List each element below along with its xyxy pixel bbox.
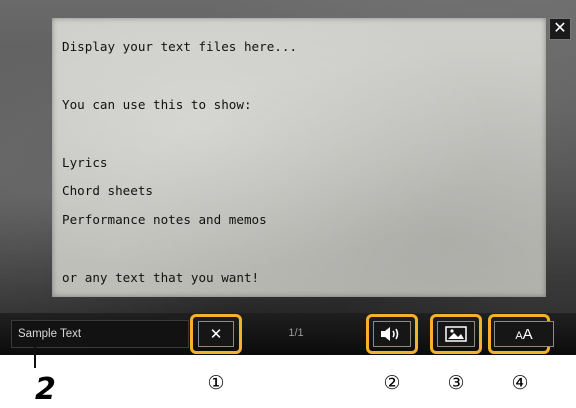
callout-3: ③ [447, 373, 465, 394]
background-image-button[interactable] [437, 321, 475, 347]
text-viewer-screen: Display your text files here... You can … [0, 0, 576, 355]
callout-4: ④ [511, 373, 529, 394]
font-size-icon: AA [515, 325, 533, 343]
file-name-field[interactable]: Sample Text [11, 320, 189, 348]
text-line [62, 242, 536, 256]
text-line [62, 69, 536, 83]
callout-leader-line [34, 340, 36, 368]
text-line: Performance notes and memos [62, 212, 267, 228]
text-line: You can use this to show: [62, 97, 252, 113]
font-size-button[interactable]: AA [494, 321, 554, 347]
callout-1: ① [207, 373, 225, 394]
image-icon [445, 326, 467, 342]
clear-icon: ✕ [209, 326, 223, 343]
text-line: Lyrics [62, 154, 108, 170]
close-icon: ✕ [553, 20, 567, 37]
text-line [62, 127, 536, 141]
text-line: or any text that you want! [62, 269, 260, 285]
step-number: 2 [35, 372, 56, 407]
callout-2: ② [383, 373, 401, 394]
text-display-area: Display your text files here... You can … [52, 18, 546, 297]
text-content: Display your text files here... You can … [62, 26, 536, 300]
clear-button[interactable]: ✕ [198, 321, 234, 347]
speaker-icon [381, 327, 399, 341]
text-line: Chord sheets [62, 183, 153, 199]
page-indicator: 1/1 [288, 327, 304, 339]
close-button[interactable]: ✕ [549, 18, 571, 40]
text-line: Display your text files here... [62, 39, 298, 55]
text-to-speech-button[interactable] [373, 321, 411, 347]
